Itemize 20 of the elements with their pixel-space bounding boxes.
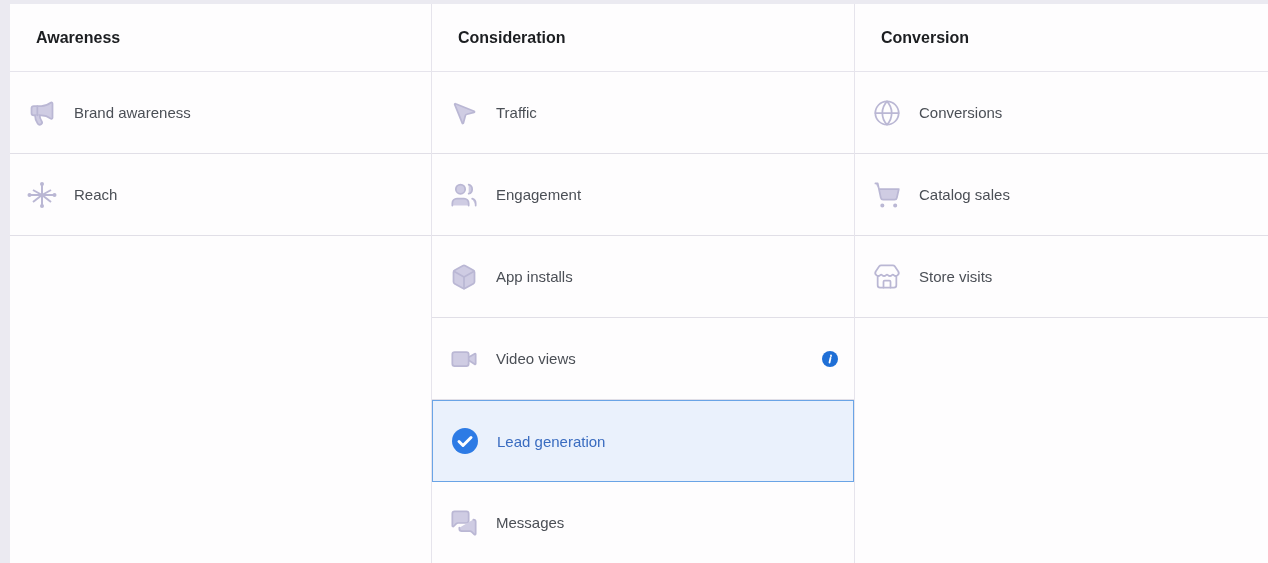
column-heading: Awareness	[10, 4, 431, 72]
objective-option[interactable]: Conversions	[855, 72, 1268, 154]
cart-icon	[873, 180, 901, 209]
network-icon	[27, 179, 57, 210]
column-heading: Conversion	[855, 4, 1268, 72]
objective-option[interactable]: App installs	[432, 236, 854, 318]
info-icon[interactable]	[822, 350, 838, 367]
objective-option[interactable]: Traffic	[432, 72, 854, 154]
chat-icon	[450, 508, 478, 537]
globe-icon	[873, 98, 901, 127]
objective-option[interactable]: Catalog sales	[855, 154, 1268, 236]
objective-option[interactable]: Engagement	[432, 154, 854, 236]
objective-option[interactable]: Reach	[10, 154, 431, 236]
column-heading: Consideration	[432, 4, 854, 72]
objective-option[interactable]: Brand awareness	[10, 72, 431, 154]
objective-option[interactable]: Messages	[432, 482, 854, 563]
store-icon	[873, 262, 901, 291]
cube-icon	[450, 262, 478, 291]
objective-option[interactable]: Lead generation	[432, 400, 854, 482]
objective-option[interactable]: Store visits	[855, 236, 1268, 318]
